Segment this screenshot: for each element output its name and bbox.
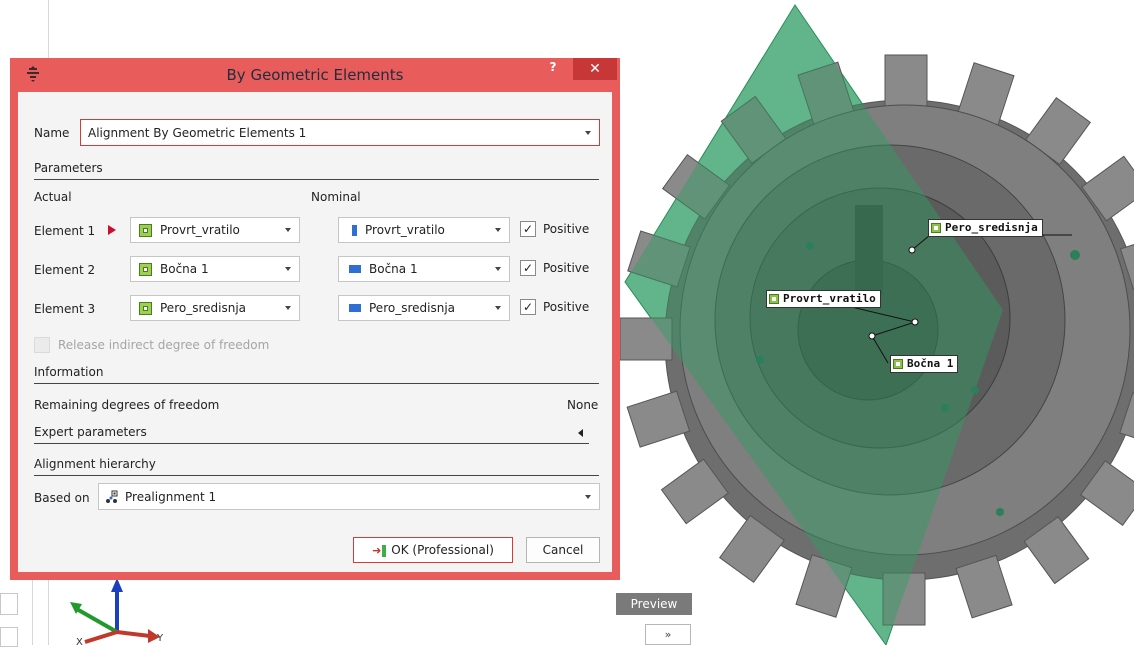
element-2-actual-select[interactable]: Bočna 1 <box>130 256 300 282</box>
name-value: Alignment By Geometric Elements 1 <box>88 125 307 140</box>
plane-icon <box>349 304 361 312</box>
based-on-label: Based on <box>34 491 90 505</box>
ok-label: OK (Professional) <box>391 543 494 557</box>
element-1-label: Element 1 <box>34 224 96 238</box>
cancel-label: Cancel <box>542 543 584 557</box>
label-bocna-1[interactable]: Bočna 1 <box>890 355 959 373</box>
plane-icon <box>139 301 152 315</box>
element-2-nominal-select[interactable]: Bočna 1 <box>338 256 510 282</box>
cylinder-icon <box>352 224 357 236</box>
prealignment-icon <box>106 490 118 503</box>
element-icon <box>931 223 941 233</box>
close-button[interactable]: ✕ <box>573 58 617 80</box>
ok-bar-icon <box>382 544 387 557</box>
element-2-actual-value: Bočna 1 <box>160 262 209 276</box>
element-3-actual-select[interactable]: Pero_sredisnja <box>130 295 300 321</box>
element-3-positive-checkbox[interactable]: ✓ <box>520 299 536 315</box>
chevron-down-icon[interactable] <box>585 130 591 135</box>
label-provrt-vratilo[interactable]: Provrt_vratilo <box>766 290 881 308</box>
actual-heading: Actual <box>34 190 72 204</box>
element-3-nominal-value: Pero_sredisnja <box>369 301 456 315</box>
element-2-nominal-value: Bočna 1 <box>369 262 418 276</box>
nominal-heading: Nominal <box>311 190 361 204</box>
chevron-down-icon[interactable] <box>285 228 291 232</box>
chevron-down-icon[interactable] <box>285 306 291 310</box>
label-pero-sredisnja[interactable]: Pero_sredisnja <box>928 219 1043 237</box>
element-icon <box>893 359 903 369</box>
chevron-down-icon[interactable] <box>285 267 291 271</box>
alignment-hierarchy-section: Alignment hierarchy <box>34 457 599 476</box>
remaining-dof-value: None <box>567 398 599 412</box>
element-2-positive-label: Positive <box>543 261 590 275</box>
by-geometric-elements-dialog: By Geometric Elements ? ✕ Name Alignment… <box>10 58 620 580</box>
element-1-actual-value: Provrt_vratilo <box>160 223 240 237</box>
cylinder-icon <box>139 223 152 237</box>
help-button[interactable]: ? <box>546 60 560 78</box>
remaining-dof-label: Remaining degrees of freedom <box>34 398 220 412</box>
axis-x-label: X <box>76 637 83 645</box>
dialog-body: Name Alignment By Geometric Elements 1 P… <box>18 92 612 572</box>
cancel-button[interactable]: Cancel <box>526 537 600 563</box>
chevron-down-icon[interactable] <box>495 267 501 271</box>
parameters-heading: Parameters <box>34 161 103 175</box>
chevron-down-icon[interactable] <box>495 306 501 310</box>
information-heading: Information <box>34 365 104 379</box>
element-1-positive-checkbox[interactable]: ✓ <box>520 221 536 237</box>
active-row-marker-icon <box>108 225 116 235</box>
release-indirect-label: Release indirect degree of freedom <box>58 338 270 352</box>
element-2-label: Element 2 <box>34 263 96 277</box>
label-text: Bočna 1 <box>907 357 954 370</box>
caret-left-icon <box>578 429 583 437</box>
collapse-button[interactable]: » <box>645 624 691 645</box>
expert-parameters-label: Expert parameters <box>34 425 147 439</box>
ok-arrow-icon: ➜ <box>372 544 382 557</box>
dialog-titlebar[interactable]: By Geometric Elements ? ✕ <box>10 58 620 92</box>
element-1-positive-label: Positive <box>543 222 590 236</box>
element-3-nominal-select[interactable]: Pero_sredisnja <box>338 295 510 321</box>
expert-parameters-toggle[interactable]: Expert parameters <box>34 425 589 444</box>
label-text: Provrt_vratilo <box>783 292 876 305</box>
information-section: Information <box>34 365 599 384</box>
based-on-value: Prealignment 1 <box>125 489 217 504</box>
element-1-nominal-select[interactable]: Provrt_vratilo <box>338 217 510 243</box>
dialog-title: By Geometric Elements <box>226 66 404 84</box>
element-3-actual-value: Pero_sredisnja <box>160 301 247 315</box>
axis-triad <box>70 578 160 644</box>
ok-professional-button[interactable]: ➜ OK (Professional) <box>353 537 513 563</box>
release-indirect-checkbox[interactable] <box>34 337 50 353</box>
element-1-nominal-value: Provrt_vratilo <box>365 223 445 237</box>
axis-y-label: Y <box>156 633 164 644</box>
chevron-down-icon[interactable] <box>585 494 591 499</box>
element-2-positive-checkbox[interactable]: ✓ <box>520 260 536 276</box>
name-label: Name <box>34 126 70 140</box>
element-3-positive-label: Positive <box>543 300 590 314</box>
alignment-hierarchy-heading: Alignment hierarchy <box>34 457 156 471</box>
element-1-actual-select[interactable]: Provrt_vratilo <box>130 217 300 243</box>
plane-icon <box>349 265 361 273</box>
label-text: Pero_sredisnja <box>945 221 1038 234</box>
element-icon <box>769 294 779 304</box>
parameters-section: Parameters <box>34 161 599 180</box>
based-on-select[interactable]: Prealignment 1 <box>98 483 600 510</box>
chevron-down-icon[interactable] <box>495 228 501 232</box>
plane-icon <box>139 262 152 276</box>
preview-button[interactable]: Preview <box>616 593 692 615</box>
element-3-label: Element 3 <box>34 302 96 316</box>
name-field[interactable]: Alignment By Geometric Elements 1 <box>80 119 600 146</box>
